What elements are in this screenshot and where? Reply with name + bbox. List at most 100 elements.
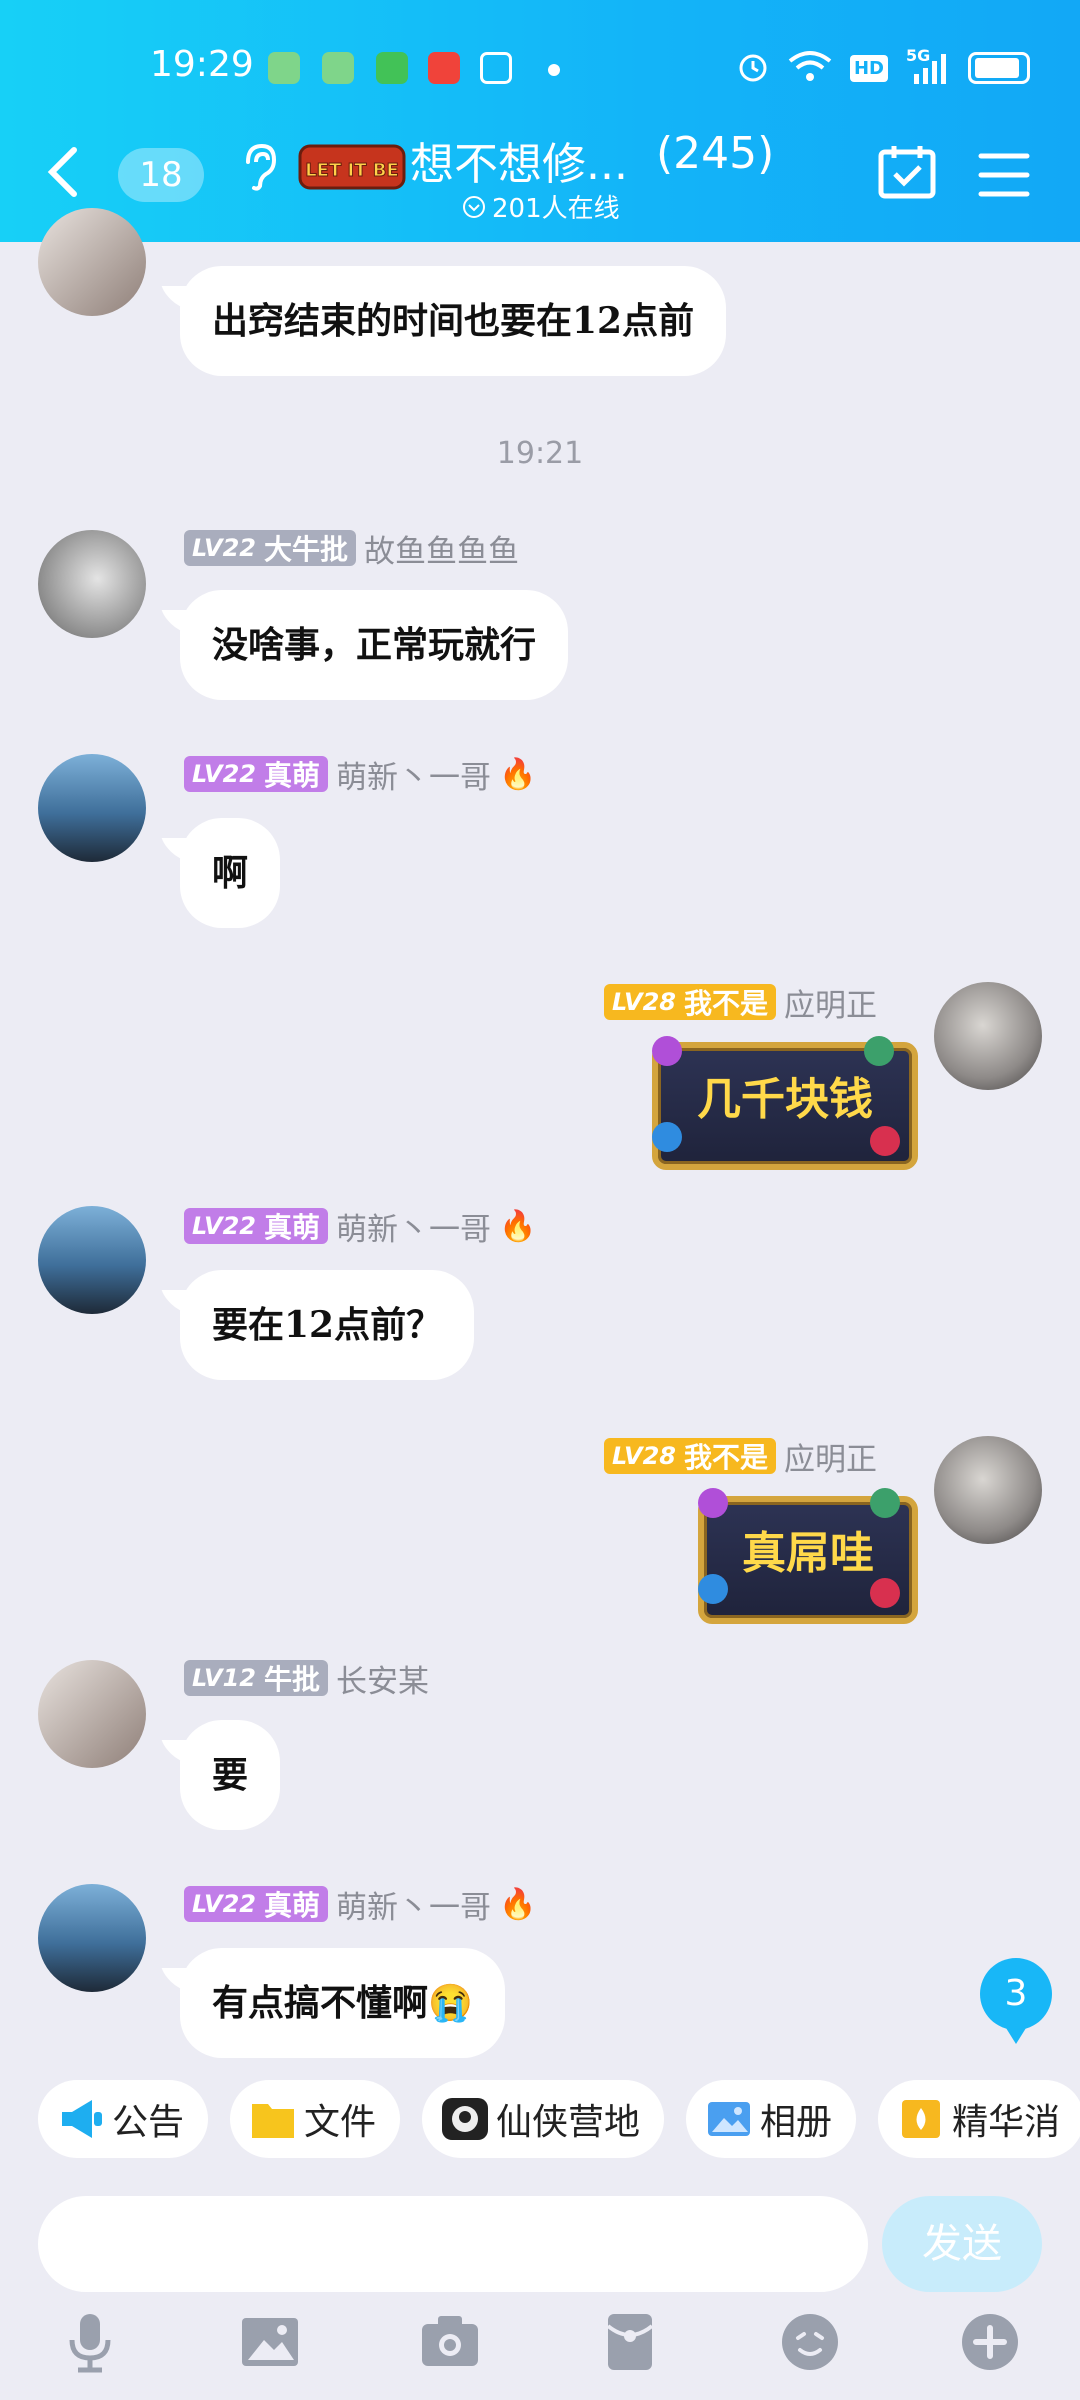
title-text: 真萌 [263,1889,320,1922]
shortcut-essence[interactable]: 精华消 [878,2080,1080,2158]
sender-nickname[interactable]: 应明正 [784,1434,877,1479]
message-bubble[interactable]: 要在12点前？ [180,1270,475,1380]
sender-info: LV28 我不是 应明正 [604,980,877,1025]
avatar[interactable] [38,208,146,316]
avatar[interactable] [934,1436,1042,1544]
level-text: LV22 [192,760,256,788]
megaphone-icon [58,2098,104,2140]
level-text: LV22 [192,1890,256,1918]
essence-icon [898,2098,944,2140]
gem-decoration [698,1488,728,1518]
shortcut-album[interactable]: 相册 [686,2080,857,2158]
checkin-calendar-icon[interactable] [878,144,936,200]
message-timestamp: 19:21 [496,436,584,471]
fire-icon: 🔥 [498,1886,537,1922]
microphone-icon[interactable] [58,2310,122,2374]
message-bubble[interactable]: 啊 [180,818,281,928]
online-status[interactable]: 201人在线 [462,188,620,225]
sender-nickname[interactable]: 萌新丶一哥 [336,752,491,797]
shortcut-files[interactable]: 文件 [230,2080,401,2158]
member-level-badge: LV22 真萌 [184,1208,328,1244]
member-level-badge: LV22 大牛批 [184,530,356,566]
message-bubble[interactable]: 有点搞不懂啊😭 [180,1948,505,2058]
group-logo: LET IT BE [298,136,406,198]
shortcut-label: 相册 [760,2102,833,2143]
more-notifications-dot [548,64,560,76]
avatar[interactable] [934,982,1042,1090]
title-text: 牛批 [263,1663,320,1696]
avatar[interactable] [38,754,146,862]
status-bar: 19:29 HD 5G [0,40,1080,100]
group-name[interactable]: 想不想修... [410,128,628,192]
level-text: LV28 [612,1442,676,1470]
sender-nickname[interactable]: 长安某 [336,1656,429,1701]
album-icon [706,2098,752,2140]
new-messages-badge[interactable]: 3 [980,1958,1052,2044]
folder-icon [250,2098,296,2140]
status-time: 19:29 [150,44,254,85]
top-header: 19:29 HD 5G 18 LET IT BE 想不想修... (245) 2… [0,0,1080,242]
avatar[interactable] [38,1206,146,1314]
hd-icon: HD [849,54,888,82]
member-level-badge: LV12 牛批 [184,1660,328,1696]
title-text: 真萌 [263,1211,320,1244]
gem-decoration [870,1488,900,1518]
title-text: 我不是 [683,1441,768,1474]
avatar[interactable] [38,1660,146,1768]
gem-decoration [864,1036,894,1066]
gem-decoration [698,1574,728,1604]
level-text: LV22 [192,534,256,562]
group-shortcuts-bar: 公告 文件 仙侠营地 相册 精华消 [38,2080,1080,2160]
camera-icon[interactable] [418,2310,482,2374]
shortcut-label: 仙侠营地 [496,2102,641,2143]
sender-nickname[interactable]: 故鱼鱼鱼鱼 [364,526,519,571]
message-input[interactable] [38,2196,868,2292]
shortcut-label: 公告 [112,2102,185,2143]
back-button[interactable] [44,142,84,202]
sender-nickname[interactable]: 应明正 [784,980,877,1025]
fire-icon: 🔥 [498,756,537,792]
video-notification-icon [428,52,460,84]
emoji-icon[interactable] [778,2310,842,2374]
sender-nickname[interactable]: 萌新丶一哥 [336,1882,491,1927]
send-button[interactable]: 发送 [882,2196,1042,2292]
message-bubble[interactable]: 要 [180,1720,281,1830]
sender-info: LV28 我不是 应明正 [604,1434,877,1479]
app-notification-icon [268,52,300,84]
red-packet-icon[interactable] [598,2310,662,2374]
battery-icon [968,52,1030,84]
app-notification-icon [322,52,354,84]
member-level-badge: LV22 真萌 [184,756,328,792]
browser-notification-icon [480,52,512,84]
fire-icon: 🔥 [498,1208,537,1244]
avatar[interactable] [38,530,146,638]
navigation-bar: 18 LET IT BE 想不想修... (245) 201人在线 [0,120,1080,230]
wechat-notification-icon [376,52,408,84]
level-text: LV28 [612,988,676,1016]
game-icon [442,2098,489,2140]
plus-icon[interactable] [958,2310,1022,2374]
sender-nickname[interactable]: 萌新丶一哥 [336,1204,491,1249]
image-icon[interactable] [238,2310,302,2374]
level-text: LV22 [192,1212,256,1240]
sender-info: LV22 真萌 萌新丶一哥 🔥 [184,1204,537,1249]
level-text: LV12 [192,1664,256,1692]
message-bubble[interactable]: 没啥事，正常玩就行 [180,590,569,700]
menu-icon[interactable] [978,152,1030,198]
gem-decoration [870,1126,900,1156]
message-bubble[interactable]: 出窍结束的时间也要在12点前 [180,266,727,376]
member-count[interactable]: (245) [656,128,774,179]
unread-chats-badge[interactable]: 18 [118,148,204,202]
member-level-badge: LV22 真萌 [184,1886,328,1922]
gem-decoration [652,1122,682,1152]
alarm-icon [736,49,770,87]
sender-info: LV22 大牛批 故鱼鱼鱼鱼 [184,526,519,571]
earpiece-mode-icon[interactable] [238,142,278,192]
shortcut-announcement[interactable]: 公告 [38,2080,209,2158]
input-toolbar [0,2310,1080,2380]
shortcut-game-camp[interactable]: 仙侠营地 [422,2080,665,2158]
signal-icon: 5G [906,46,950,86]
avatar[interactable] [38,1884,146,1992]
online-count-text: 201人在线 [492,194,620,224]
gem-decoration [652,1036,682,1066]
